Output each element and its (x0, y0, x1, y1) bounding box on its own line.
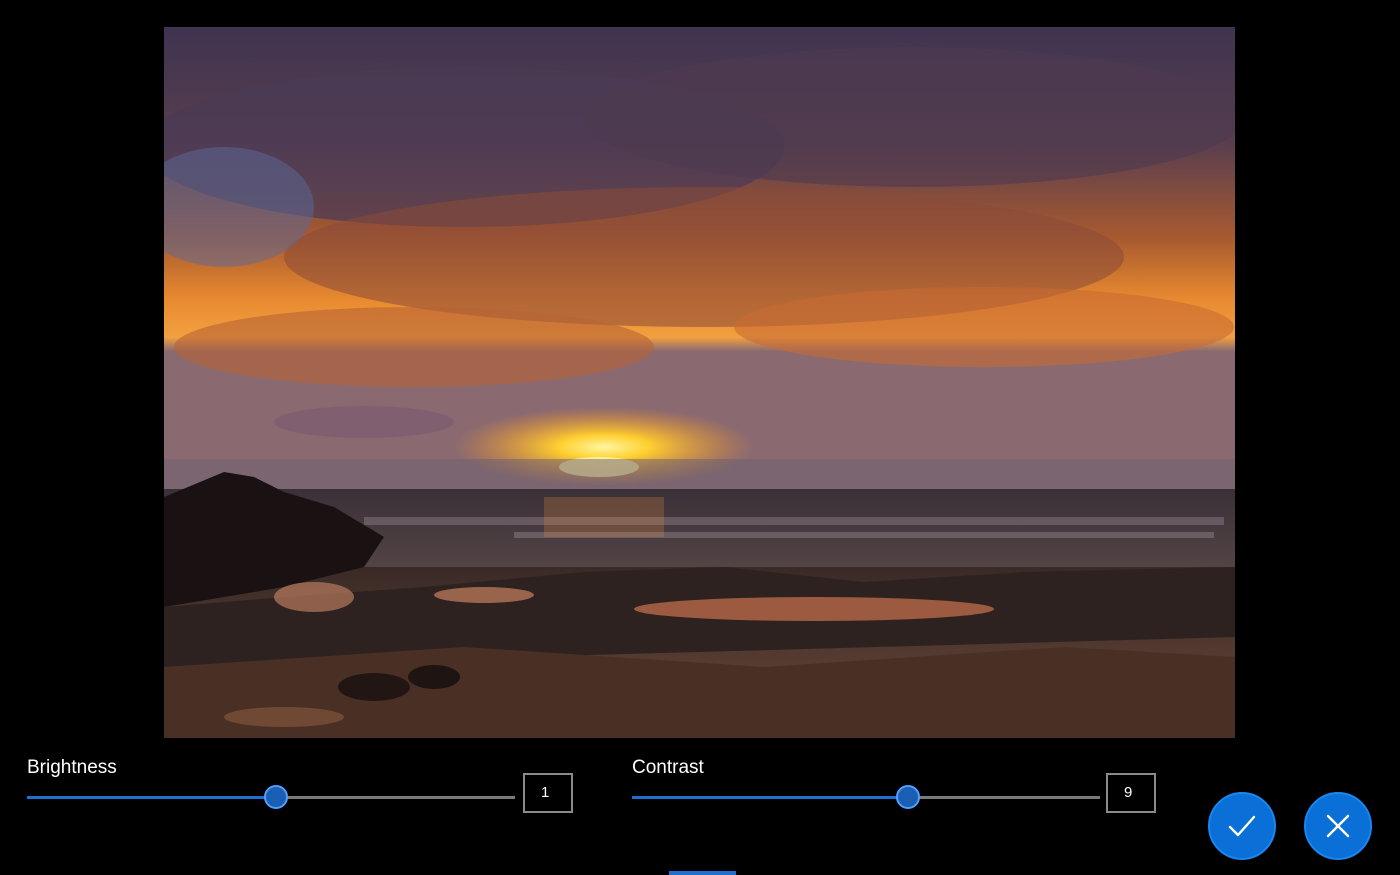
contrast-slider-fill (632, 796, 909, 799)
contrast-slider-thumb[interactable] (896, 785, 921, 809)
preview-image (164, 27, 1235, 738)
cancel-button[interactable] (1304, 792, 1372, 860)
close-icon (1326, 814, 1350, 838)
checkmark-icon (1228, 815, 1256, 837)
brightness-slider[interactable] (27, 785, 515, 809)
contrast-value-field[interactable]: 9 (1106, 773, 1156, 813)
contrast-slider[interactable] (632, 785, 1100, 809)
brightness-value-field[interactable]: 1 (523, 773, 573, 813)
confirm-button[interactable] (1208, 792, 1276, 860)
brightness-slider-fill (27, 796, 276, 799)
photo-edit-screen: Brightness 1 Contrast 9 (0, 0, 1400, 875)
contrast-label: Contrast (632, 757, 704, 778)
brightness-label: Brightness (27, 757, 117, 778)
brightness-slider-thumb[interactable] (263, 785, 288, 809)
page-indicator (669, 871, 736, 875)
